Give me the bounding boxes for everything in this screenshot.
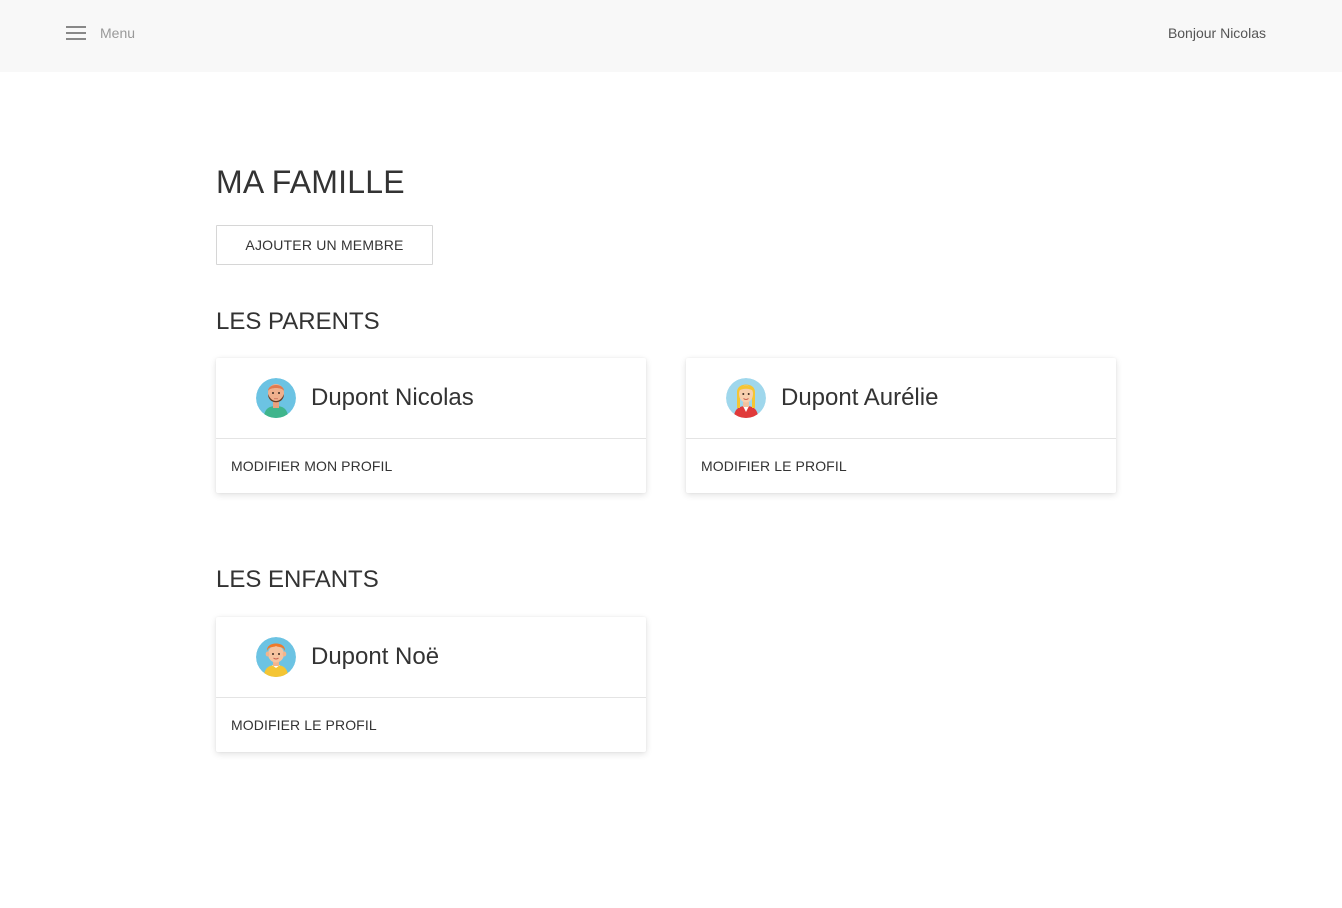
hamburger-icon <box>66 26 86 40</box>
member-card: Dupont Aurélie MODIFIER LE PROFIL <box>686 358 1116 493</box>
page-title: MA FAMILLE <box>216 164 405 200</box>
menu-label: Menu <box>100 25 136 41</box>
bearded-man-avatar-icon <box>256 378 296 418</box>
edit-my-profile-link[interactable]: MODIFIER MON PROFIL <box>216 439 646 492</box>
member-card-header: Dupont Noë <box>216 617 646 698</box>
member-card-header: Dupont Nicolas <box>216 358 646 439</box>
user-greeting: Bonjour Nicolas <box>1167 25 1266 41</box>
edit-profile-link[interactable]: MODIFIER LE PROFIL <box>216 698 646 751</box>
blonde-woman-avatar-icon <box>726 378 766 418</box>
member-card: Dupont Nicolas MODIFIER MON PROFIL <box>216 358 646 493</box>
edit-profile-link[interactable]: MODIFIER LE PROFIL <box>686 439 1116 492</box>
parents-section-title: LES PARENTS <box>216 308 380 335</box>
member-card-header: Dupont Aurélie <box>686 358 1116 439</box>
member-name: Dupont Noë <box>311 643 440 670</box>
top-bar: Menu Bonjour Nicolas <box>0 0 1342 72</box>
member-card: Dupont Noë MODIFIER LE PROFIL <box>216 617 646 752</box>
children-section-title: LES ENFANTS <box>216 566 379 593</box>
menu-toggle[interactable]: Menu <box>66 22 135 44</box>
redhead-child-avatar-icon <box>256 637 296 677</box>
add-member-button[interactable]: AJOUTER UN MEMBRE <box>216 225 433 265</box>
member-name: Dupont Aurélie <box>781 384 939 411</box>
member-name: Dupont Nicolas <box>311 384 474 411</box>
